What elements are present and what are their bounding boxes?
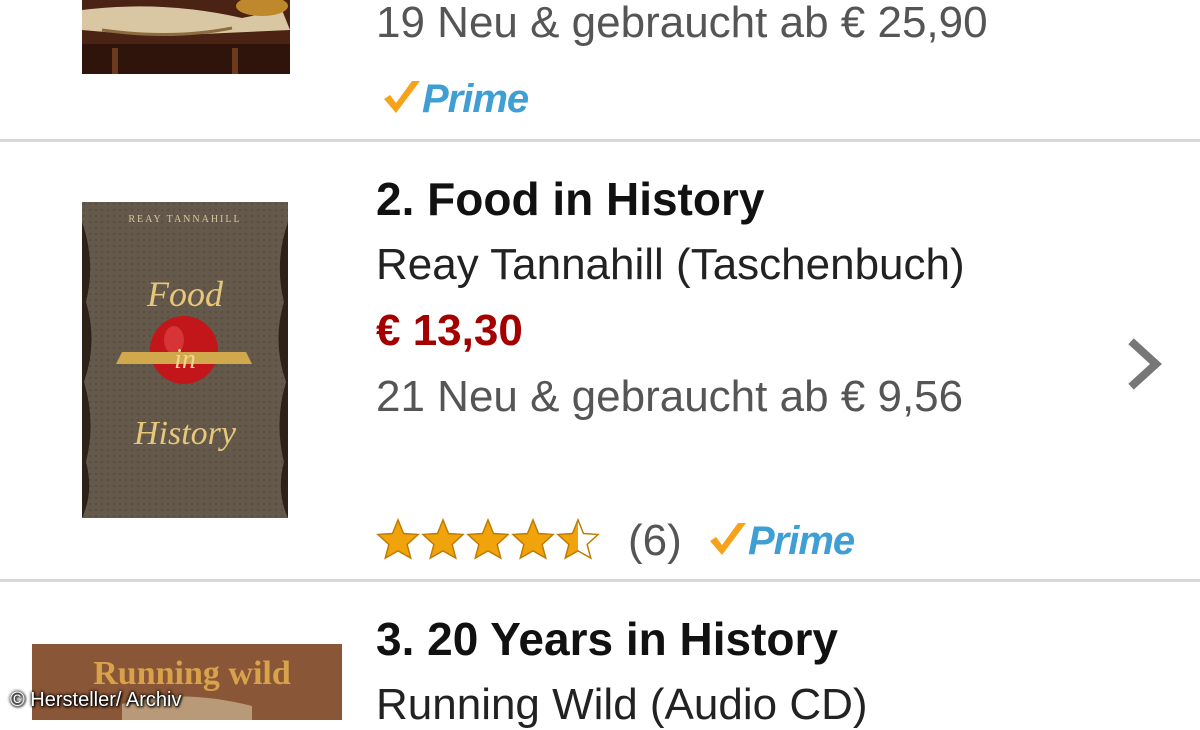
used-offer-text: 19 Neu & gebraucht ab € 25,90 xyxy=(376,0,988,47)
prime-check-icon xyxy=(710,523,746,555)
item-title[interactable]: 2. Food in History xyxy=(376,172,764,226)
item-title[interactable]: 3. 20 Years in History xyxy=(376,612,838,666)
cover-word-in: in xyxy=(174,344,196,375)
chevron-right-icon[interactable] xyxy=(1126,338,1166,390)
star-rating xyxy=(376,518,601,560)
album-band-text: Running wild xyxy=(93,655,291,692)
star-full-icon xyxy=(511,518,555,560)
list-item[interactable]: REAY TANNAHILL Food in History 2. Food i… xyxy=(0,142,1200,580)
cover-top-text: REAY TANNAHILL xyxy=(128,214,241,225)
item-author-format: Running Wild (Audio CD) xyxy=(376,680,868,729)
review-count[interactable]: (6) xyxy=(628,516,682,566)
copyright-watermark: © Hersteller/ Archiv xyxy=(10,689,182,711)
cover-word-history: History xyxy=(133,415,237,452)
star-full-icon xyxy=(376,518,420,560)
prime-check-icon xyxy=(384,81,420,113)
prime-badge: Prime xyxy=(382,76,529,122)
star-full-icon xyxy=(466,518,510,560)
prime-label: Prime xyxy=(748,518,855,563)
item-author-format: Reay Tannahill (Taschenbuch) xyxy=(376,240,965,289)
star-half-icon xyxy=(556,518,600,560)
used-offer-text[interactable]: 21 Neu & gebraucht ab € 9,56 xyxy=(376,372,963,422)
book-cover-image xyxy=(82,0,290,74)
star-full-icon xyxy=(421,518,465,560)
prime-label: Prime xyxy=(422,76,529,121)
book-cover-image: REAY TANNAHILL Food in History xyxy=(82,202,288,518)
list-item[interactable]: 19 Neu & gebraucht ab € 25,90 Prime xyxy=(0,0,1200,140)
item-price: € 13,30 xyxy=(376,306,523,355)
prime-badge: Prime xyxy=(708,518,855,564)
cover-word-food: Food xyxy=(146,274,224,314)
